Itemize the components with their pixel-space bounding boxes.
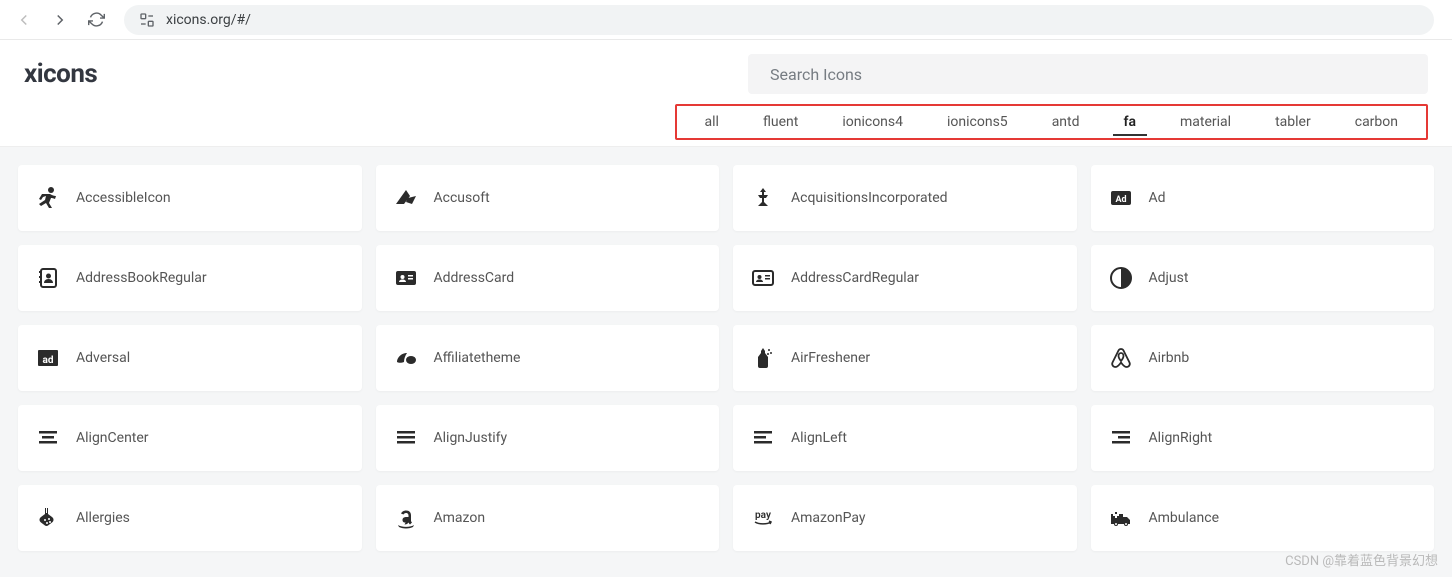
icon-label: Airbnb (1149, 350, 1190, 366)
icon-label: AlignJustify (434, 430, 508, 446)
alignjustify-icon (392, 424, 420, 452)
icon-card-Ad[interactable]: Ad (1091, 165, 1435, 231)
icon-label: AddressBookRegular (76, 270, 207, 286)
addressbook-reg-icon (34, 264, 62, 292)
site-header: xicons allfluentionicons4ionicons5antdfa… (0, 40, 1452, 147)
allergies-icon (34, 504, 62, 532)
url-text: xicons.org/#/ (166, 12, 251, 28)
icon-card-Affiliatetheme[interactable]: Affiliatetheme (376, 325, 720, 391)
icon-card-AlignLeft[interactable]: AlignLeft (733, 405, 1077, 471)
accusoft-icon (392, 184, 420, 212)
icon-label: Adjust (1149, 270, 1189, 286)
icon-card-Adjust[interactable]: Adjust (1091, 245, 1435, 311)
ambulance-icon (1107, 504, 1135, 532)
icon-card-Amazon[interactable]: Amazon (376, 485, 720, 551)
addresscard-icon (392, 264, 420, 292)
tab-carbon[interactable]: carbon (1333, 108, 1420, 136)
adjust-icon (1107, 264, 1135, 292)
logo[interactable]: xicons (24, 59, 97, 89)
icon-card-AcquisitionsIncorporated[interactable]: AcquisitionsIncorporated (733, 165, 1077, 231)
search-input[interactable] (748, 54, 1428, 94)
airfreshener-icon (749, 344, 777, 372)
icon-card-AirFreshener[interactable]: AirFreshener (733, 325, 1077, 391)
icon-label: AlignLeft (791, 430, 847, 446)
icon-label: Ambulance (1149, 510, 1220, 526)
tabs-bar: allfluentionicons4ionicons5antdfamateria… (675, 104, 1429, 140)
search-wrap (748, 54, 1428, 94)
icon-card-Accusoft[interactable]: Accusoft (376, 165, 720, 231)
icon-label: AmazonPay (791, 510, 865, 526)
icon-label: AccessibleIcon (76, 190, 171, 206)
tab-ionicons5[interactable]: ionicons5 (925, 108, 1030, 136)
watermark: CSDN @靠着蓝色背景幻想 (1285, 550, 1438, 569)
tab-fa[interactable]: fa (1102, 108, 1159, 136)
alignleft-icon (749, 424, 777, 452)
aligncenter-icon (34, 424, 62, 452)
icon-card-AccessibleIcon[interactable]: AccessibleIcon (18, 165, 362, 231)
tab-tabler[interactable]: tabler (1253, 108, 1333, 136)
addresscard-reg-icon (749, 264, 777, 292)
adversal-icon (34, 344, 62, 372)
ad-icon (1107, 184, 1135, 212)
icon-label: Ad (1149, 190, 1166, 206)
icon-card-AlignJustify[interactable]: AlignJustify (376, 405, 720, 471)
icon-label: AddressCard (434, 270, 515, 286)
icon-label: Allergies (76, 510, 130, 526)
tab-ionicons4[interactable]: ionicons4 (820, 108, 925, 136)
icon-card-Allergies[interactable]: Allergies (18, 485, 362, 551)
icon-label: AirFreshener (791, 350, 870, 366)
icon-label: Adversal (76, 350, 130, 366)
icon-card-Ambulance[interactable]: Ambulance (1091, 485, 1435, 551)
tab-antd[interactable]: antd (1030, 108, 1102, 136)
icon-card-AlignRight[interactable]: AlignRight (1091, 405, 1435, 471)
icon-label: AddressCardRegular (791, 270, 919, 286)
amazonpay-icon (749, 504, 777, 532)
icon-card-AddressCardRegular[interactable]: AddressCardRegular (733, 245, 1077, 311)
accessible-icon (34, 184, 62, 212)
icon-label: Affiliatetheme (434, 350, 521, 366)
icon-label: Amazon (434, 510, 486, 526)
icon-card-AddressCard[interactable]: AddressCard (376, 245, 720, 311)
icon-label: AlignRight (1149, 430, 1213, 446)
forward-button[interactable] (46, 6, 74, 34)
tab-material[interactable]: material (1158, 108, 1253, 136)
browser-toolbar: xicons.org/#/ (0, 0, 1452, 40)
address-bar[interactable]: xicons.org/#/ (124, 5, 1434, 35)
site-settings-icon[interactable] (138, 11, 156, 29)
alignright-icon (1107, 424, 1135, 452)
icon-label: AlignCenter (76, 430, 149, 446)
tab-fluent[interactable]: fluent (741, 108, 820, 136)
icon-card-AlignCenter[interactable]: AlignCenter (18, 405, 362, 471)
acquisitions-icon (749, 184, 777, 212)
airbnb-icon (1107, 344, 1135, 372)
back-button[interactable] (10, 6, 38, 34)
icon-label: Accusoft (434, 190, 490, 206)
icon-card-Adversal[interactable]: Adversal (18, 325, 362, 391)
icon-label: AcquisitionsIncorporated (791, 190, 948, 206)
tab-all[interactable]: all (683, 108, 741, 136)
reload-button[interactable] (82, 6, 110, 34)
affiliatetheme-icon (392, 344, 420, 372)
icon-card-Airbnb[interactable]: Airbnb (1091, 325, 1435, 391)
icon-card-AmazonPay[interactable]: AmazonPay (733, 485, 1077, 551)
amazon-icon (392, 504, 420, 532)
icon-card-AddressBookRegular[interactable]: AddressBookRegular (18, 245, 362, 311)
icon-grid: AccessibleIcon Accusoft AcquisitionsIncorp… (0, 147, 1452, 569)
